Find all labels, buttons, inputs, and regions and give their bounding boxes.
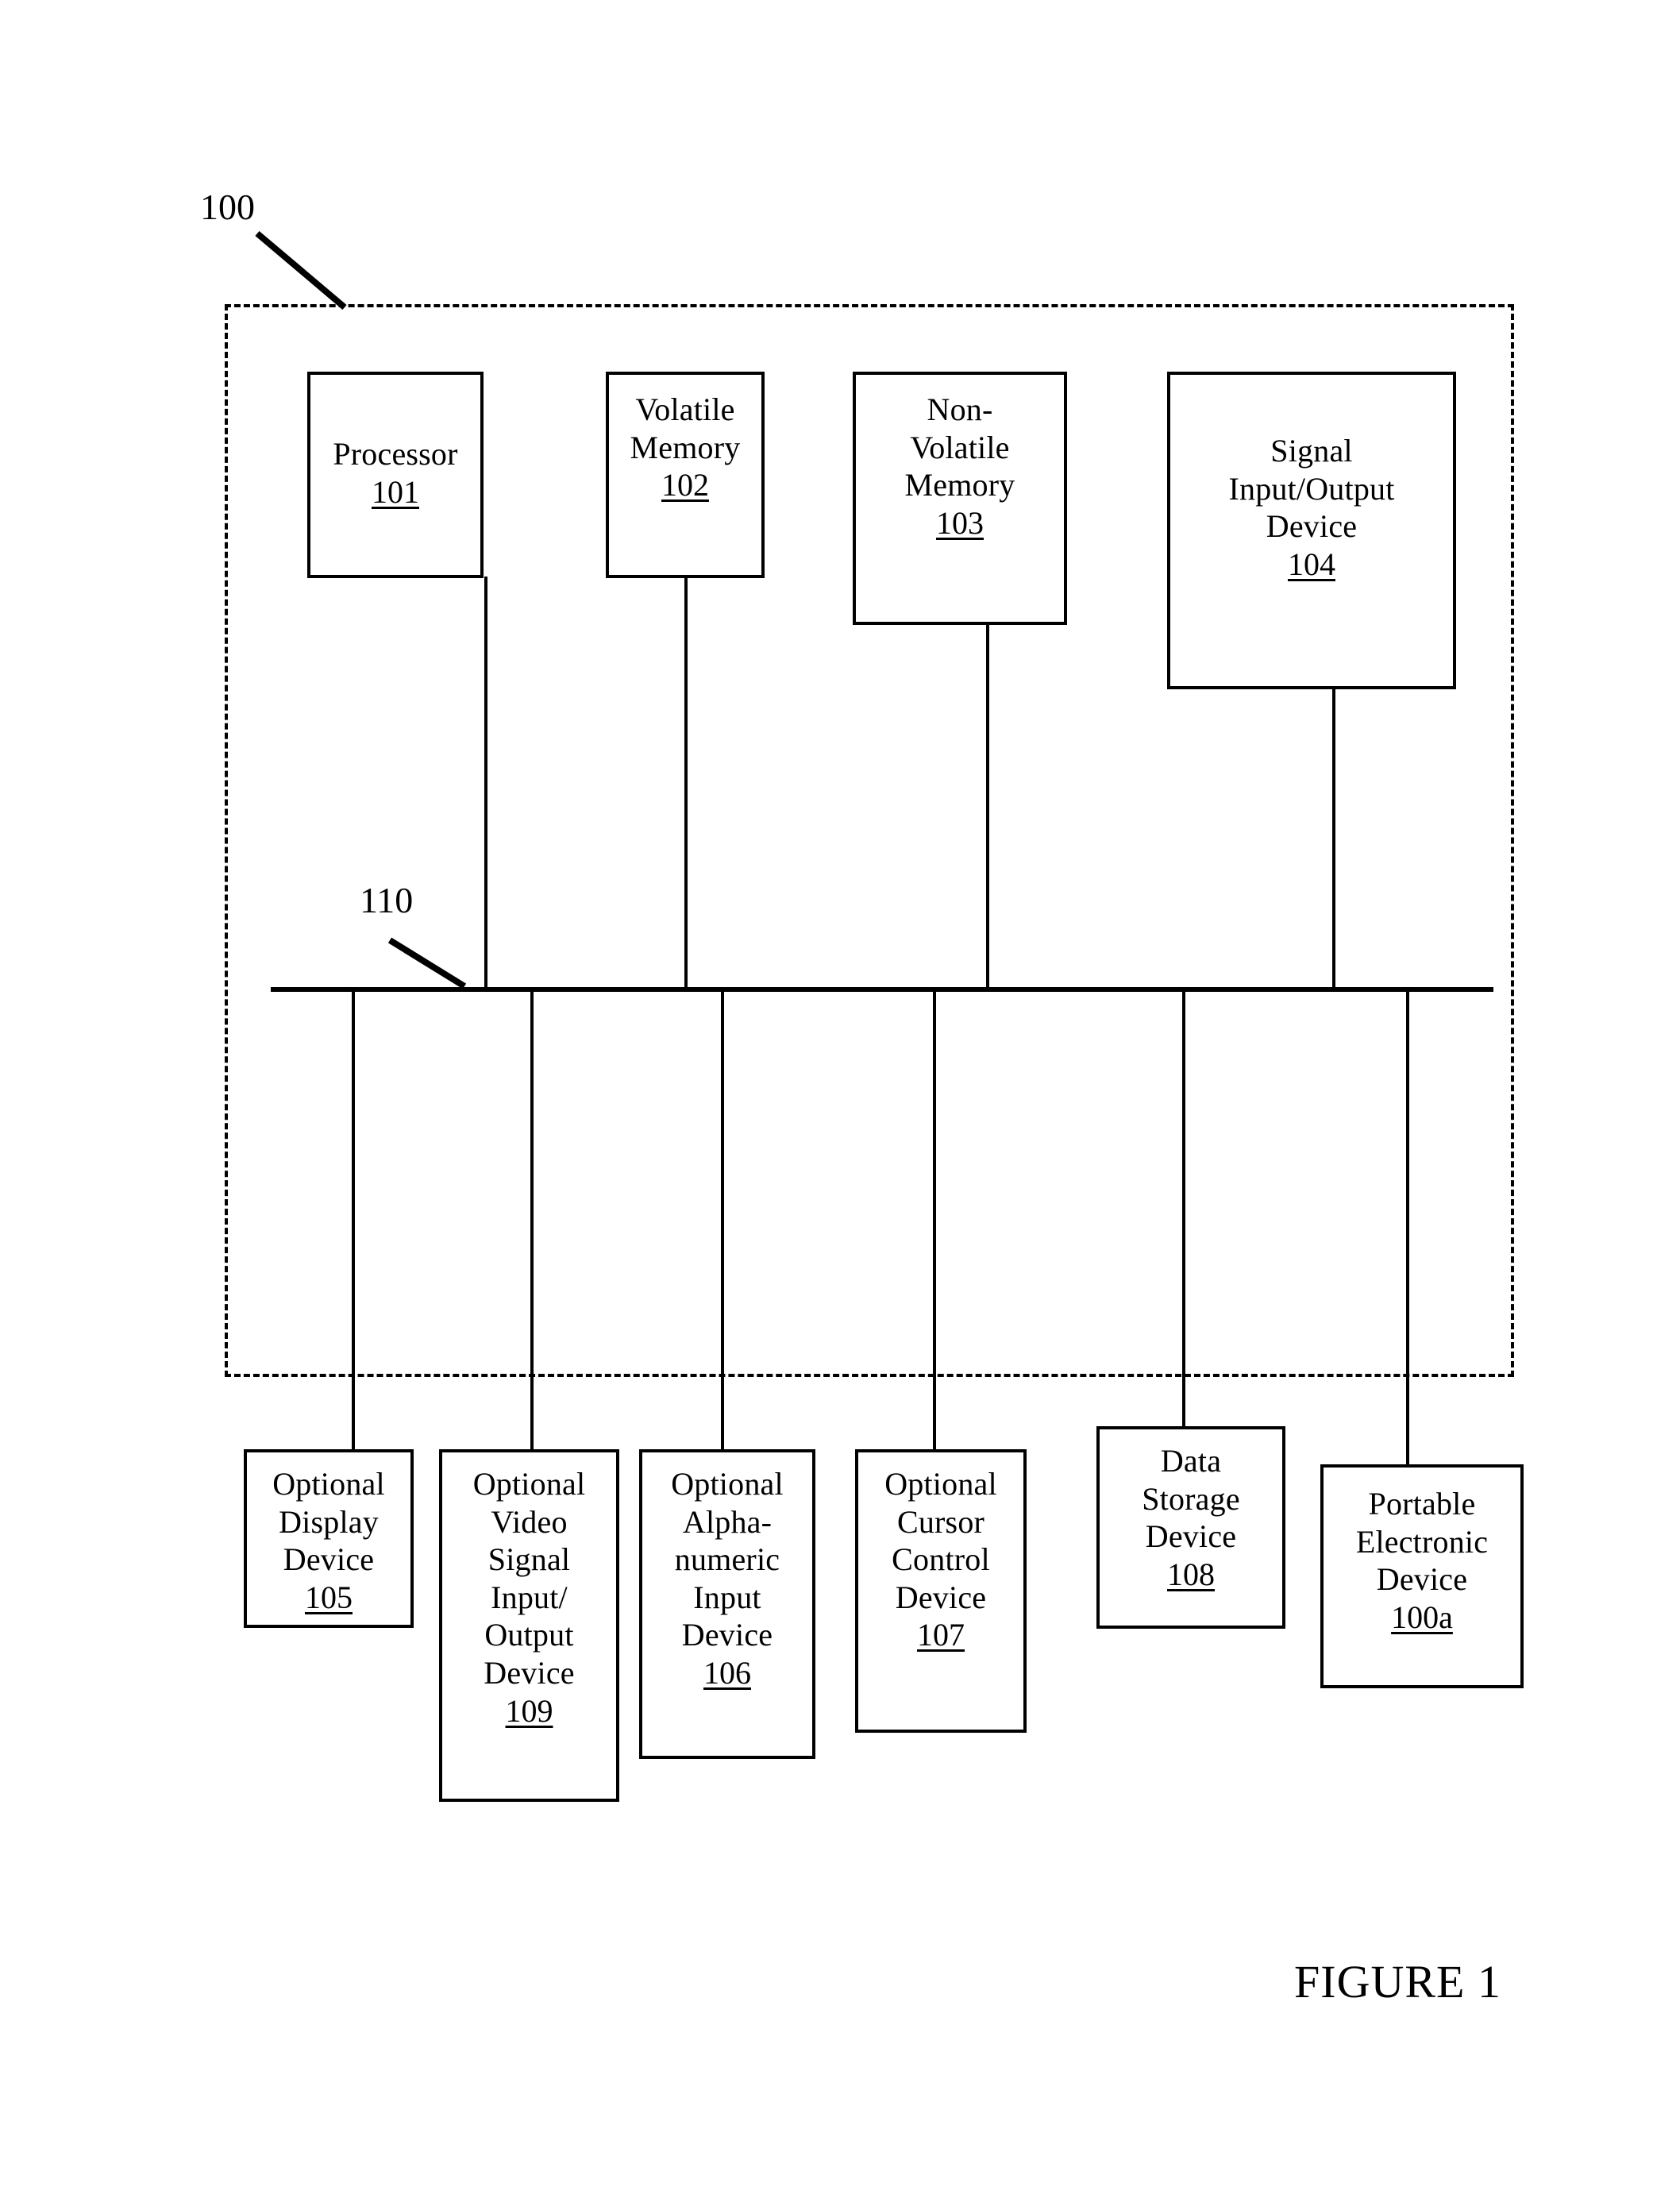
node-processor-reference: 101 xyxy=(372,473,419,510)
bus-reference-numeral: 110 xyxy=(360,880,414,920)
node-optional-display-device-label: Optional Display Device xyxy=(272,1466,385,1578)
node-optional-cursor-control-device-label: Optional Cursor Control Device xyxy=(884,1466,997,1615)
system-leader-line xyxy=(255,230,347,310)
node-optional-alphanumeric-input-device-label: Optional Alpha- numeric Input Device xyxy=(671,1466,784,1653)
node-volatile-memory-label: Volatile Memory xyxy=(630,391,741,465)
node-portable-electronic-device-label: Portable Electronic Device xyxy=(1355,1486,1489,1598)
node-volatile-memory[interactable]: Volatile Memory 102 xyxy=(606,372,765,578)
node-optional-video-signal-io-device-label: Optional Video Signal Input/ Output Devi… xyxy=(472,1466,586,1691)
node-optional-video-signal-io-device-reference: 109 xyxy=(505,1692,553,1729)
node-optional-display-device-reference: 105 xyxy=(305,1579,353,1615)
node-signal-input-output-device[interactable]: Signal Input/Output Device 104 xyxy=(1167,372,1456,689)
connector-bus-to-display-device xyxy=(352,989,355,1451)
node-nonvolatile-memory-reference: 103 xyxy=(936,504,984,541)
node-data-storage-device[interactable]: Data Storage Device 108 xyxy=(1096,1426,1285,1629)
node-nonvolatile-memory-label: Non- Volatile Memory xyxy=(904,391,1015,503)
node-signal-input-output-device-reference: 104 xyxy=(1288,546,1335,582)
connector-bus-to-video-signal-io xyxy=(530,989,534,1451)
bus-leader-line xyxy=(387,937,467,989)
node-data-storage-device-reference: 108 xyxy=(1167,1556,1215,1592)
node-processor[interactable]: Processor 101 xyxy=(307,372,484,578)
connector-processor-to-bus xyxy=(484,577,487,989)
connector-volatile-memory-to-bus xyxy=(684,577,688,989)
node-optional-alphanumeric-input-device-reference: 106 xyxy=(703,1654,751,1691)
connector-nonvolatile-memory-to-bus xyxy=(986,623,989,989)
connector-bus-to-portable-device xyxy=(1406,989,1409,1466)
node-portable-electronic-device-reference: 100a xyxy=(1391,1599,1453,1635)
node-optional-video-signal-io-device[interactable]: Optional Video Signal Input/ Output Devi… xyxy=(439,1449,619,1802)
node-optional-cursor-control-device-reference: 107 xyxy=(917,1617,965,1653)
connector-signal-io-to-bus xyxy=(1332,688,1335,989)
node-optional-cursor-control-device[interactable]: Optional Cursor Control Device 107 xyxy=(855,1449,1027,1733)
node-optional-display-device[interactable]: Optional Display Device 105 xyxy=(244,1449,414,1628)
node-processor-label: Processor xyxy=(333,436,458,472)
connector-bus-to-cursor-control xyxy=(933,989,936,1451)
node-data-storage-device-label: Data Storage Device xyxy=(1142,1443,1240,1555)
node-portable-electronic-device[interactable]: Portable Electronic Device 100a xyxy=(1320,1464,1524,1688)
connector-bus-to-alphanumeric-input xyxy=(721,989,724,1451)
system-reference-numeral: 100 xyxy=(200,187,255,227)
node-optional-alphanumeric-input-device[interactable]: Optional Alpha- numeric Input Device 106 xyxy=(639,1449,815,1759)
figure-caption: FIGURE 1 xyxy=(1294,1956,1501,2008)
node-signal-input-output-device-label: Signal Input/Output Device xyxy=(1228,433,1395,545)
node-nonvolatile-memory[interactable]: Non- Volatile Memory 103 xyxy=(853,372,1067,625)
figure-canvas: 100 110 Processor 101 Volatile Memory 10… xyxy=(0,0,1680,2210)
node-volatile-memory-reference: 102 xyxy=(661,467,709,503)
connector-bus-to-data-storage xyxy=(1182,989,1185,1428)
